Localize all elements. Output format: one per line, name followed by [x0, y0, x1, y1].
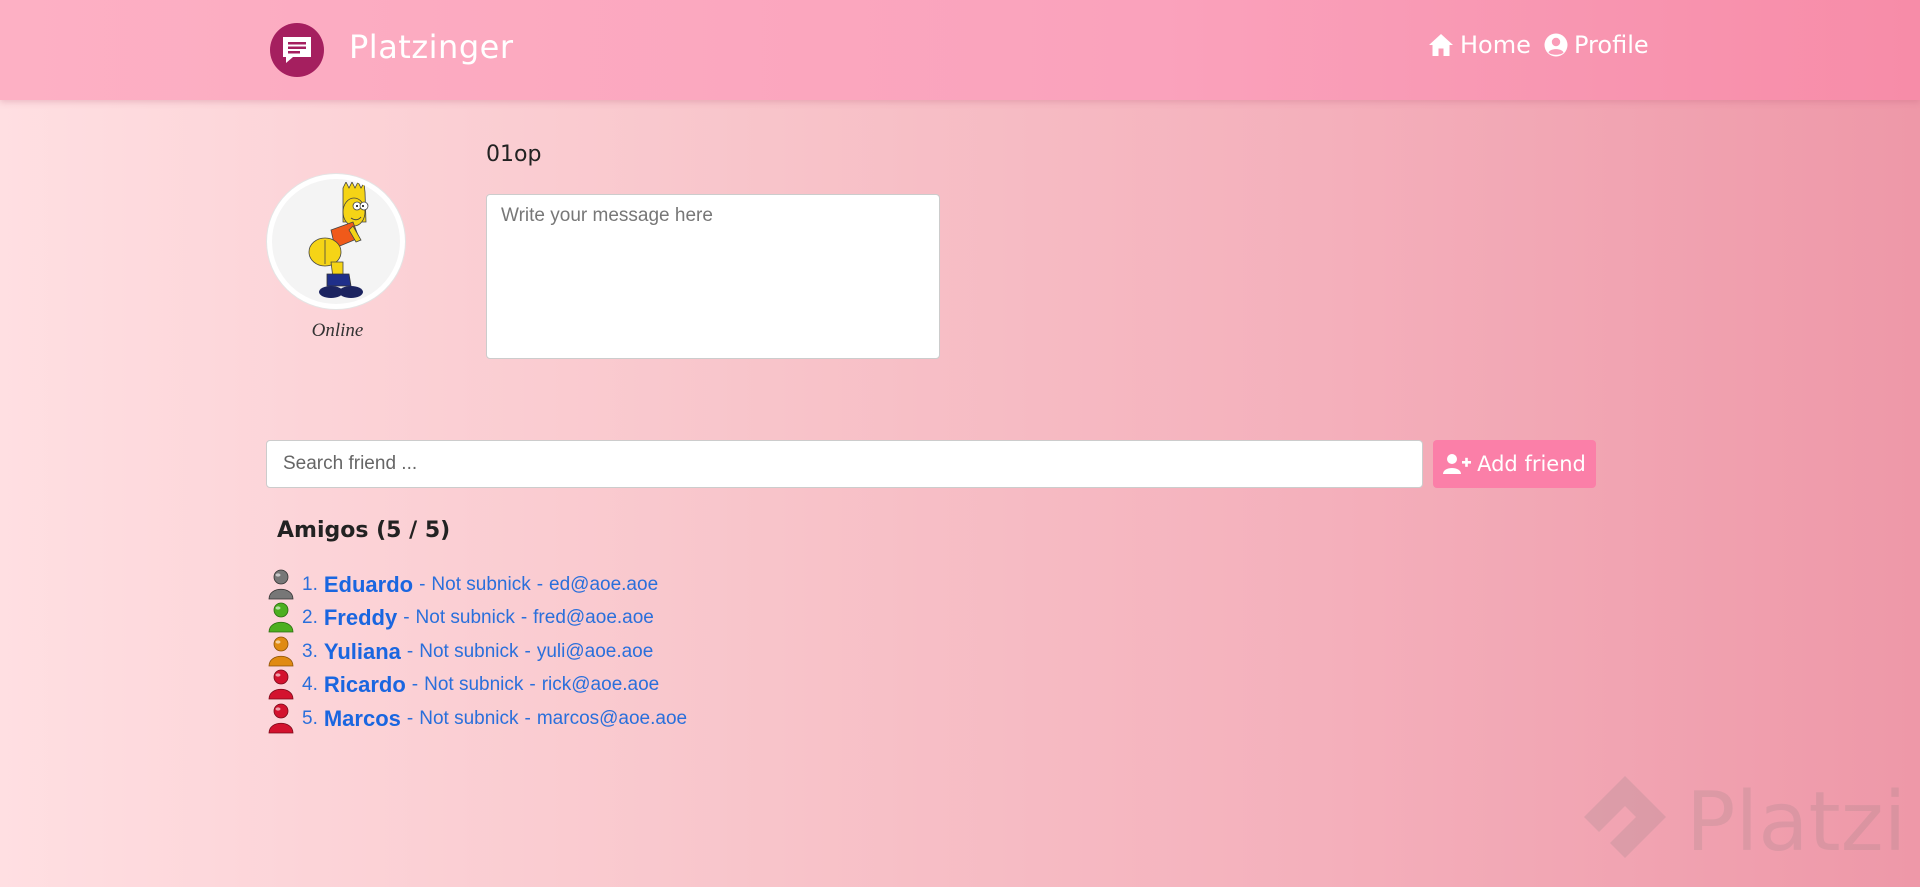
- messenger-person-icon: [268, 602, 294, 633]
- friend-number: 5.: [302, 707, 318, 729]
- user-plus-icon: [1443, 454, 1472, 474]
- messenger-person-icon: [268, 569, 294, 600]
- avatar-image: [308, 181, 369, 298]
- profile-status: Online: [311, 320, 364, 341]
- friend-name[interactable]: Freddy: [324, 605, 397, 631]
- friend-separator: -: [520, 607, 528, 629]
- status-message-input[interactable]: [486, 194, 940, 359]
- friend-number: 3.: [302, 640, 318, 662]
- status-color-head: [273, 703, 289, 719]
- brand-name[interactable]: Platzinger: [349, 28, 513, 66]
- status-color-body: [268, 689, 294, 700]
- friend-subnick: Not subnick: [419, 707, 519, 729]
- brand-logo[interactable]: [270, 23, 324, 77]
- friend-number: 1.: [302, 573, 318, 595]
- friend-email: yuli@aoe.aoe: [536, 640, 654, 662]
- status-color-body: [268, 588, 294, 600]
- friend-separator: -: [403, 607, 410, 629]
- nav-profile-label: Profile: [1574, 31, 1649, 59]
- status-color-body: [268, 655, 294, 667]
- friend-number: 4.: [302, 674, 318, 696]
- friend-name[interactable]: Eduardo: [324, 572, 413, 598]
- messenger-person-icon: [268, 636, 294, 667]
- status-color-head: [273, 602, 289, 618]
- search-friend-input[interactable]: [266, 440, 1423, 488]
- friend-separator: -: [411, 674, 419, 696]
- platzi-watermark: Platzi: [1580, 772, 1906, 872]
- status-color-head: [273, 636, 289, 652]
- friend-separator: -: [529, 674, 536, 696]
- friend-separator: -: [536, 573, 544, 595]
- add-friend-label: Add friend: [1477, 452, 1586, 476]
- friend-separator: -: [419, 573, 426, 595]
- friend-row: 2. Freddy - Not subnick - fred@aoe.aoe: [266, 602, 693, 636]
- friends-list: 1. Eduardo - Not subnick - ed@aoe.aoe 2.…: [266, 568, 693, 736]
- friend-email: fred@aoe.aoe: [533, 607, 654, 629]
- platzi-logo-icon: [1584, 776, 1666, 858]
- friend-subnick: Not subnick: [424, 674, 524, 696]
- friend-email: marcos@aoe.aoe: [536, 707, 688, 729]
- friend-number: 2.: [302, 607, 318, 629]
- user-circle-icon: [1544, 33, 1568, 57]
- friend-email: rick@aoe.aoe: [541, 674, 660, 696]
- friend-subnick: Not subnick: [419, 640, 519, 662]
- status-color-body: [268, 722, 294, 734]
- friend-subnick: Not subnick: [415, 607, 515, 629]
- status-color-head: [273, 669, 289, 685]
- friend-name[interactable]: Marcos: [324, 706, 401, 732]
- home-icon: [1429, 34, 1453, 56]
- friend-subnick: Not subnick: [431, 573, 531, 595]
- profile-avatar[interactable]: [267, 174, 405, 309]
- friend-separator: -: [406, 707, 414, 729]
- friend-row: 4. Ricardo - Not subnick - rick@aoe.aoe: [266, 669, 693, 703]
- chat-bubble-icon: [283, 37, 311, 63]
- nav-home-link[interactable]: Home: [1428, 31, 1531, 59]
- messenger-person-icon: [268, 669, 294, 700]
- friend-separator: -: [524, 640, 531, 662]
- nav-home-label: Home: [1460, 31, 1531, 59]
- friend-row: 1. Eduardo - Not subnick - ed@aoe.aoe: [266, 568, 693, 602]
- friend-name[interactable]: Yuliana: [324, 639, 401, 665]
- status-color-body: [268, 622, 294, 633]
- friends-title: Amigos (5 / 5): [277, 518, 451, 543]
- messenger-person-icon: [268, 703, 294, 734]
- friend-email: ed@aoe.aoe: [549, 573, 659, 595]
- friend-name[interactable]: Ricardo: [324, 672, 406, 698]
- friend-row: 3. Yuliana - Not subnick - yuli@aoe.aoe: [266, 635, 693, 669]
- watermark-text: Platzi: [1686, 774, 1907, 870]
- friend-separator: -: [406, 640, 414, 662]
- friend-separator: -: [524, 707, 531, 729]
- friend-row: 5. Marcos - Not subnick - marcos@aoe.aoe: [266, 702, 693, 736]
- status-color-head: [273, 569, 289, 585]
- navbar: Platzinger Home Profile: [0, 0, 1920, 100]
- profile-nick: 01op: [486, 142, 542, 167]
- add-friend-button[interactable]: Add friend: [1433, 440, 1596, 488]
- nav-profile-link[interactable]: Profile: [1544, 31, 1649, 59]
